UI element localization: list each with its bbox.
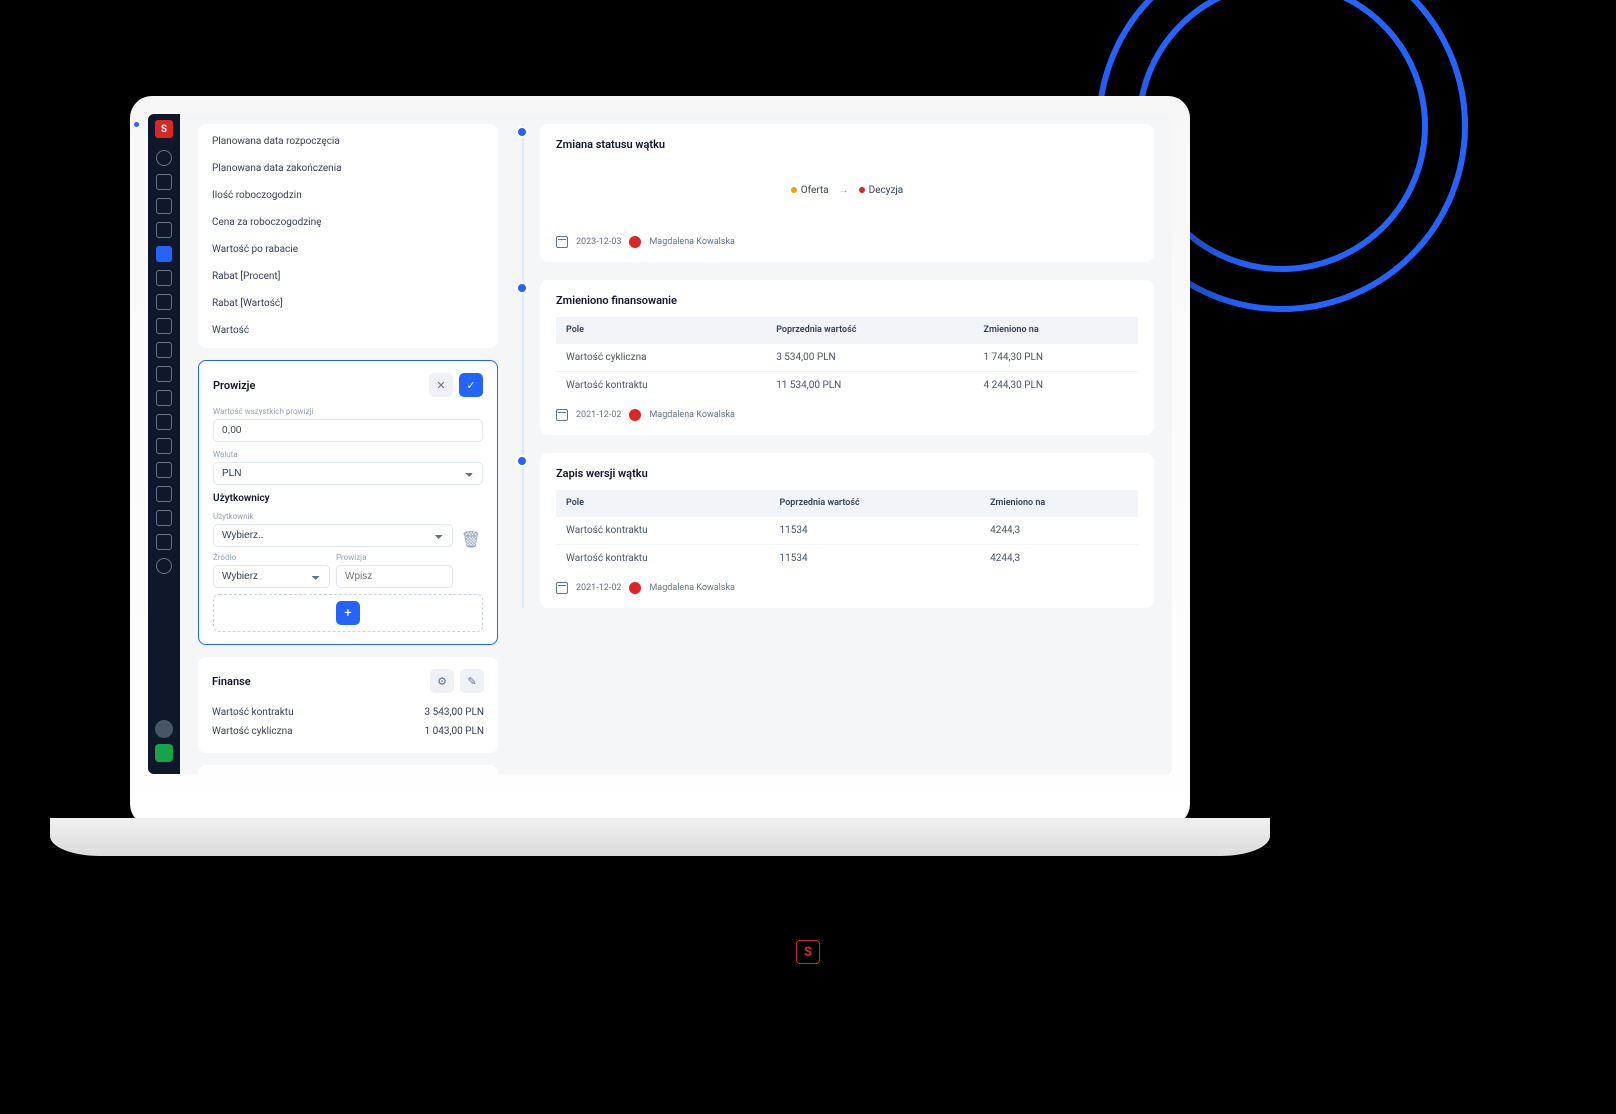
- timeline-meta: 2021-12-02Magdalena Kowalska: [556, 582, 1138, 594]
- timeline-card: Zapis wersji wątku PolePoprzednia wartość…: [540, 453, 1154, 608]
- sidebar: S: [148, 114, 180, 774]
- close-button[interactable]: ✕: [429, 373, 453, 397]
- nav-exit-icon[interactable]: [156, 438, 172, 454]
- field-item[interactable]: Ilość roboczogodzin: [198, 182, 498, 209]
- timeline-card: Zmieniono finansowanie PolePoprzednia war…: [540, 280, 1154, 435]
- calendar-icon: [556, 236, 568, 248]
- timeline-title: Zapis wersji wątku: [556, 467, 1138, 480]
- timeline: Zmiana statusu wątku Oferta→Decyzja 2023-1…: [516, 124, 1154, 608]
- field-item[interactable]: Planowana data rozpoczęcia: [198, 128, 498, 155]
- currency-select[interactable]: PLN: [213, 462, 483, 485]
- settings-button[interactable]: ⚙: [430, 669, 454, 693]
- nav-card-icon[interactable]: [156, 462, 172, 478]
- source-label: Źródło: [213, 553, 330, 562]
- nav-clock-icon[interactable]: [156, 366, 172, 382]
- source-select[interactable]: Wybierz: [213, 565, 330, 588]
- nav-analytics-icon[interactable]: [156, 174, 172, 190]
- user-label: Użytkownik: [213, 512, 453, 521]
- nav-reports-icon[interactable]: [156, 222, 172, 238]
- timeline-title: Zmieniono finansowanie: [556, 294, 1138, 307]
- status-indicator[interactable]: [155, 744, 173, 762]
- nav-threads-icon[interactable]: [156, 246, 172, 262]
- status-flow: Oferta→Decyzja: [556, 161, 1138, 226]
- user-avatar[interactable]: [155, 720, 173, 738]
- laptop-base: [50, 818, 1270, 856]
- nav-settings-icon[interactable]: [156, 558, 172, 574]
- timeline-dot: [516, 282, 528, 294]
- timeline-meta: 2021-12-02Magdalena Kowalska: [556, 409, 1138, 421]
- nav-chat-icon[interactable]: [156, 198, 172, 214]
- nav-folders-icon[interactable]: [156, 318, 172, 334]
- user-row: Użytkownik Wybierz.. Źródło Wybierz Prow…: [213, 512, 483, 588]
- users-section-title: Użytkownicy: [213, 493, 483, 504]
- author-avatar: [629, 236, 641, 248]
- commission-label: Prowizja: [336, 553, 453, 562]
- author-avatar: [629, 409, 641, 421]
- delete-user-button[interactable]: 🗑: [459, 512, 483, 549]
- nav-send-icon[interactable]: [156, 414, 172, 430]
- field-item[interactable]: Wartość: [198, 317, 498, 344]
- nav-bell-icon[interactable]: [156, 486, 172, 502]
- total-commission-label: Wartość wszystkich prowizji: [213, 407, 483, 416]
- commissions-panel: Prowizje ✕ ✓ Wartość wszystkich prowizji…: [198, 360, 498, 645]
- timeline-meta: 2023-12-03Magdalena Kowalska: [556, 236, 1138, 248]
- app-logo[interactable]: S: [155, 120, 173, 138]
- timeline-item: Zmieniono finansowanie PolePoprzednia war…: [540, 280, 1154, 435]
- change-table: PolePoprzednia wartośćZmieniono naWartoś…: [556, 317, 1138, 399]
- total-commission-input[interactable]: [213, 419, 483, 442]
- sidebar-bottom: [155, 720, 173, 768]
- footer-logo: S: [796, 940, 820, 964]
- stats-panel: Statystyki: [198, 765, 498, 774]
- add-user-button[interactable]: +: [336, 601, 360, 625]
- nav-dashboard-icon[interactable]: [156, 150, 172, 166]
- commissions-title: Prowizje: [213, 379, 255, 392]
- timeline-dot: [516, 455, 528, 467]
- nav-tasks-icon[interactable]: [156, 294, 172, 310]
- timeline-card: Zmiana statusu wątku Oferta→Decyzja 2023-1…: [540, 124, 1154, 262]
- right-column: Zmiana statusu wątku Oferta→Decyzja 2023-1…: [516, 114, 1154, 774]
- finance-panel: Finanse ⚙ ✎ Wartość kontraktu3 543,00 PL…: [198, 657, 498, 753]
- field-item[interactable]: Rabat [Wartość]: [198, 290, 498, 317]
- change-table: PolePoprzednia wartośćZmieniono naWartoś…: [556, 490, 1138, 572]
- nav-globe-icon[interactable]: [156, 390, 172, 406]
- user-select[interactable]: Wybierz..: [213, 524, 453, 547]
- calendar-icon: [556, 582, 568, 594]
- left-column: Planowana data rozpoczęciaPlanowana data…: [198, 114, 498, 774]
- confirm-button[interactable]: ✓: [459, 373, 483, 397]
- timeline-title: Zmiana statusu wątku: [556, 138, 1138, 151]
- nav-contacts-icon[interactable]: [156, 342, 172, 358]
- laptop-frame: S: [130, 96, 1190, 826]
- commission-input[interactable]: [336, 565, 453, 588]
- app-screen: S: [148, 114, 1172, 774]
- field-item[interactable]: Wartość po rabacie: [198, 236, 498, 263]
- finance-row: Wartość kontraktu3 543,00 PLN: [212, 703, 484, 722]
- timeline-item: Zapis wersji wątku PolePoprzednia wartość…: [540, 453, 1154, 608]
- author-avatar: [629, 582, 641, 594]
- field-item[interactable]: Rabat [Procent]: [198, 263, 498, 290]
- calendar-icon: [556, 409, 568, 421]
- field-item[interactable]: Planowana data zakończenia: [198, 155, 498, 182]
- add-user-row: +: [213, 594, 483, 632]
- nav-user-icon[interactable]: [156, 510, 172, 526]
- field-list-panel: Planowana data rozpoczęciaPlanowana data…: [198, 124, 498, 348]
- nav-documents-icon[interactable]: [156, 270, 172, 286]
- nav-edu-icon[interactable]: [156, 534, 172, 550]
- timeline-item: Zmiana statusu wątku Oferta→Decyzja 2023-1…: [540, 124, 1154, 262]
- nav-icons: [156, 150, 172, 708]
- finance-title: Finanse: [212, 675, 251, 688]
- main-content: Planowana data rozpoczęciaPlanowana data…: [180, 114, 1172, 774]
- finance-row: Wartość cykliczna1 043,00 PLN: [212, 722, 484, 741]
- edit-button[interactable]: ✎: [460, 669, 484, 693]
- currency-label: Waluta: [213, 450, 483, 459]
- timeline-dot: [516, 126, 528, 138]
- field-item[interactable]: Cena za roboczogodzinę: [198, 209, 498, 236]
